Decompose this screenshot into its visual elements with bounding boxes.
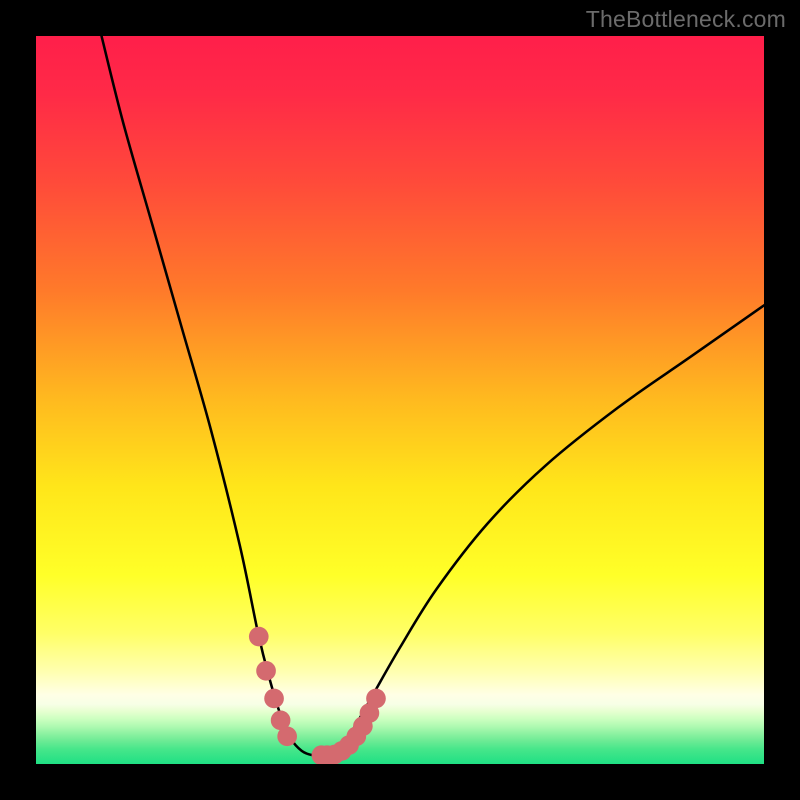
highlight-dot	[264, 689, 284, 709]
watermark-text: TheBottleneck.com	[586, 6, 786, 33]
highlight-dot	[256, 661, 276, 681]
highlight-dot	[249, 627, 269, 647]
chart-frame: TheBottleneck.com	[0, 0, 800, 800]
highlight-dot	[277, 727, 297, 747]
plot-area	[36, 36, 764, 764]
highlight-dot	[366, 689, 386, 709]
bottleneck-curve	[36, 36, 764, 764]
